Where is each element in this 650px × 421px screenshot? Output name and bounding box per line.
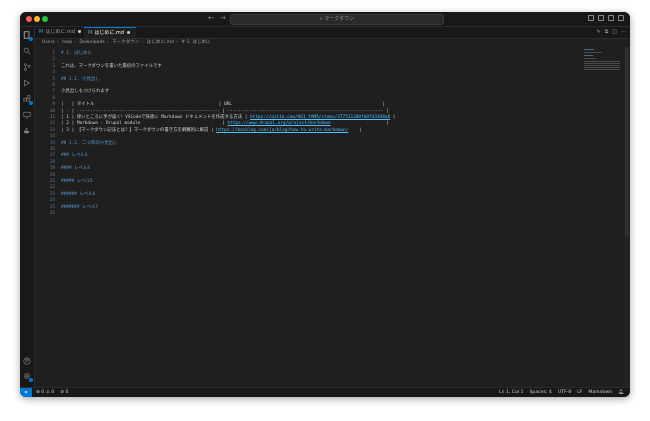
- editor-tab-bar: M はじめに.md M はじめに.md ✎ ⧉ ◫ ⋯: [35, 27, 630, 39]
- more-actions-icon[interactable]: ⋯: [621, 29, 626, 35]
- source-control-icon[interactable]: [23, 63, 31, 71]
- extensions-badge: [29, 101, 33, 105]
- forward-arrow-icon[interactable]: →: [220, 14, 226, 22]
- breadcrumb-item[interactable]: # 1. はじめに: [181, 40, 211, 45]
- code-editor[interactable]: 1 # 1. はじめに 2 3 これは、マークダウンを書いた最初のファイルです 4 5 ## …: [35, 47, 610, 387]
- nav-arrows: ← →: [208, 14, 232, 22]
- command-search-box[interactable]: ⌕ マークダウン: [230, 14, 444, 25]
- markdown-file-icon: M: [39, 29, 44, 35]
- search-text: マークダウン: [324, 16, 355, 22]
- url-link[interactable]: https://www.drupal.org/project/markdown: [228, 121, 331, 126]
- problems-count[interactable]: ⊗ 0 ⚠ 0: [36, 388, 54, 397]
- open-preview-icon[interactable]: ⧉: [605, 29, 609, 35]
- minimap[interactable]: [584, 47, 624, 107]
- maximize-window-button[interactable]: [42, 16, 48, 22]
- remote-indicator-icon[interactable]: ⌗: [20, 388, 32, 397]
- ports-count[interactable]: ⊘ 0: [60, 388, 68, 397]
- search-view-icon[interactable]: [23, 47, 31, 55]
- notifications-bell-icon[interactable]: 🔔︎: [618, 388, 624, 397]
- split-editor-icon[interactable]: ◫: [612, 29, 617, 35]
- line-number: 26: [49, 211, 55, 216]
- language-mode[interactable]: Markdown: [588, 388, 612, 397]
- minimize-window-button[interactable]: [34, 16, 40, 22]
- tab-hajimeni-2-active[interactable]: M はじめに.md: [84, 27, 136, 38]
- layout-controls: [588, 15, 624, 21]
- remote-explorer-icon[interactable]: [23, 111, 31, 119]
- title-bar: ← → ⌕ マークダウン: [20, 12, 630, 27]
- url-link[interactable]: https://qiita.com/K61_YAMA/items/3775113…: [250, 115, 390, 120]
- toggle-panel-icon[interactable]: [598, 15, 604, 21]
- docker-icon[interactable]: [23, 127, 31, 135]
- unsaved-dot-icon[interactable]: [77, 30, 81, 33]
- breadcrumb-item[interactable]: Users: [42, 40, 55, 45]
- status-bar: ⌗ ⊗ 0 ⚠ 0 ⊘ 0 Ln 1, Col 1 Spaces: 4 UTF-…: [20, 387, 630, 397]
- extensions-icon[interactable]: [23, 95, 33, 105]
- markdown-file-icon: M: [88, 30, 93, 36]
- manage-badge: [29, 378, 33, 382]
- breadcrumb-item[interactable]: マークダウン: [112, 40, 139, 45]
- run-debug-icon[interactable]: [23, 79, 31, 87]
- search-icon: ⌕: [319, 16, 323, 22]
- explorer-badge: [29, 37, 33, 41]
- customize-layout-icon[interactable]: [618, 15, 624, 21]
- tab-label: はじめに.md: [94, 30, 124, 36]
- close-window-button[interactable]: [26, 16, 32, 22]
- breadcrumb-item[interactable]: Downloads: [79, 40, 104, 45]
- toggle-secondary-sidebar-icon[interactable]: [608, 15, 614, 21]
- tab-hajimeni-1[interactable]: M はじめに.md: [35, 27, 83, 38]
- back-arrow-icon[interactable]: ←: [208, 14, 214, 22]
- url-link[interactable]: https://backlog.com/ja/blog/how-to-write…: [216, 128, 348, 133]
- tab-label: はじめに.md: [45, 29, 75, 35]
- vscode-window: ← → ⌕ マークダウン M はじめに.md M はじめに.md ✎ ⧉ ◫ ⋯…: [20, 12, 630, 397]
- editor-scrollbar[interactable]: [624, 47, 630, 387]
- code-line[interactable]: 26: [35, 211, 605, 217]
- breadcrumb: Users › haqi › Downloads › マークダウン › はじめに.md ›…: [42, 40, 211, 45]
- account-icon[interactable]: [23, 357, 31, 365]
- cursor-position[interactable]: Ln 1, Col 1: [499, 388, 523, 397]
- activity-bar: [20, 27, 35, 387]
- edit-icon[interactable]: ✎: [596, 29, 600, 35]
- scrollbar-thumb[interactable]: [625, 47, 629, 237]
- end-of-line[interactable]: LF: [577, 388, 582, 397]
- toggle-primary-sidebar-icon[interactable]: [588, 15, 594, 21]
- editor-actions: ✎ ⧉ ◫ ⋯: [596, 29, 626, 35]
- manage-gear-icon[interactable]: [23, 372, 33, 382]
- unsaved-dot-icon[interactable]: [126, 31, 130, 34]
- explorer-icon[interactable]: [23, 31, 33, 41]
- file-encoding[interactable]: UTF-8: [558, 388, 571, 397]
- breadcrumb-item[interactable]: haqi: [62, 40, 72, 45]
- breadcrumb-item[interactable]: はじめに.md: [147, 40, 174, 45]
- indentation[interactable]: Spaces: 4: [529, 388, 551, 397]
